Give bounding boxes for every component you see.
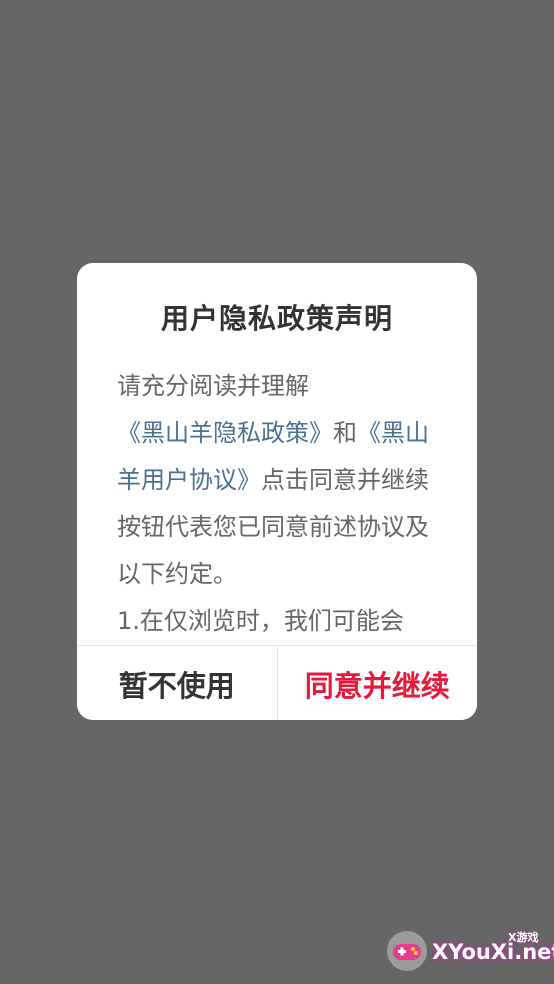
screen-overlay: 用户隐私政策声明 请充分阅读并理解 《黑山羊隐私政策》和《黑山羊用户协议》点击同… [0, 0, 554, 984]
item-1-text: 1.在仅浏览时，我们可能会 [117, 607, 404, 635]
cancel-button[interactable]: 暂不使用 [77, 646, 278, 720]
dialog-body[interactable]: 请充分阅读并理解 《黑山羊隐私政策》和《黑山羊用户协议》点击同意并继续按钮代表您… [117, 363, 437, 635]
agree-continue-button[interactable]: 同意并继续 [277, 646, 477, 720]
and-text: 和 [333, 419, 357, 447]
dialog-title: 用户隐私政策声明 [160, 302, 393, 335]
dialog-button-bar: 暂不使用 同意并继续 [77, 645, 477, 720]
watermark: X游戏 XYouXi.net [380, 920, 554, 980]
body-text: 请充分阅读并理解 《黑山羊隐私政策》和《黑山羊用户协议》点击同意并继续按钮代表您… [117, 363, 437, 598]
watermark-text: XYouXi.net [432, 940, 554, 964]
privacy-dialog: 用户隐私政策声明 请充分阅读并理解 《黑山羊隐私政策》和《黑山羊用户协议》点击同… [77, 263, 477, 720]
privacy-policy-link[interactable]: 《黑山羊隐私政策》 [117, 419, 333, 447]
intro-text: 请充分阅读并理解 [117, 372, 309, 400]
gamepad-logo-icon [387, 931, 427, 971]
